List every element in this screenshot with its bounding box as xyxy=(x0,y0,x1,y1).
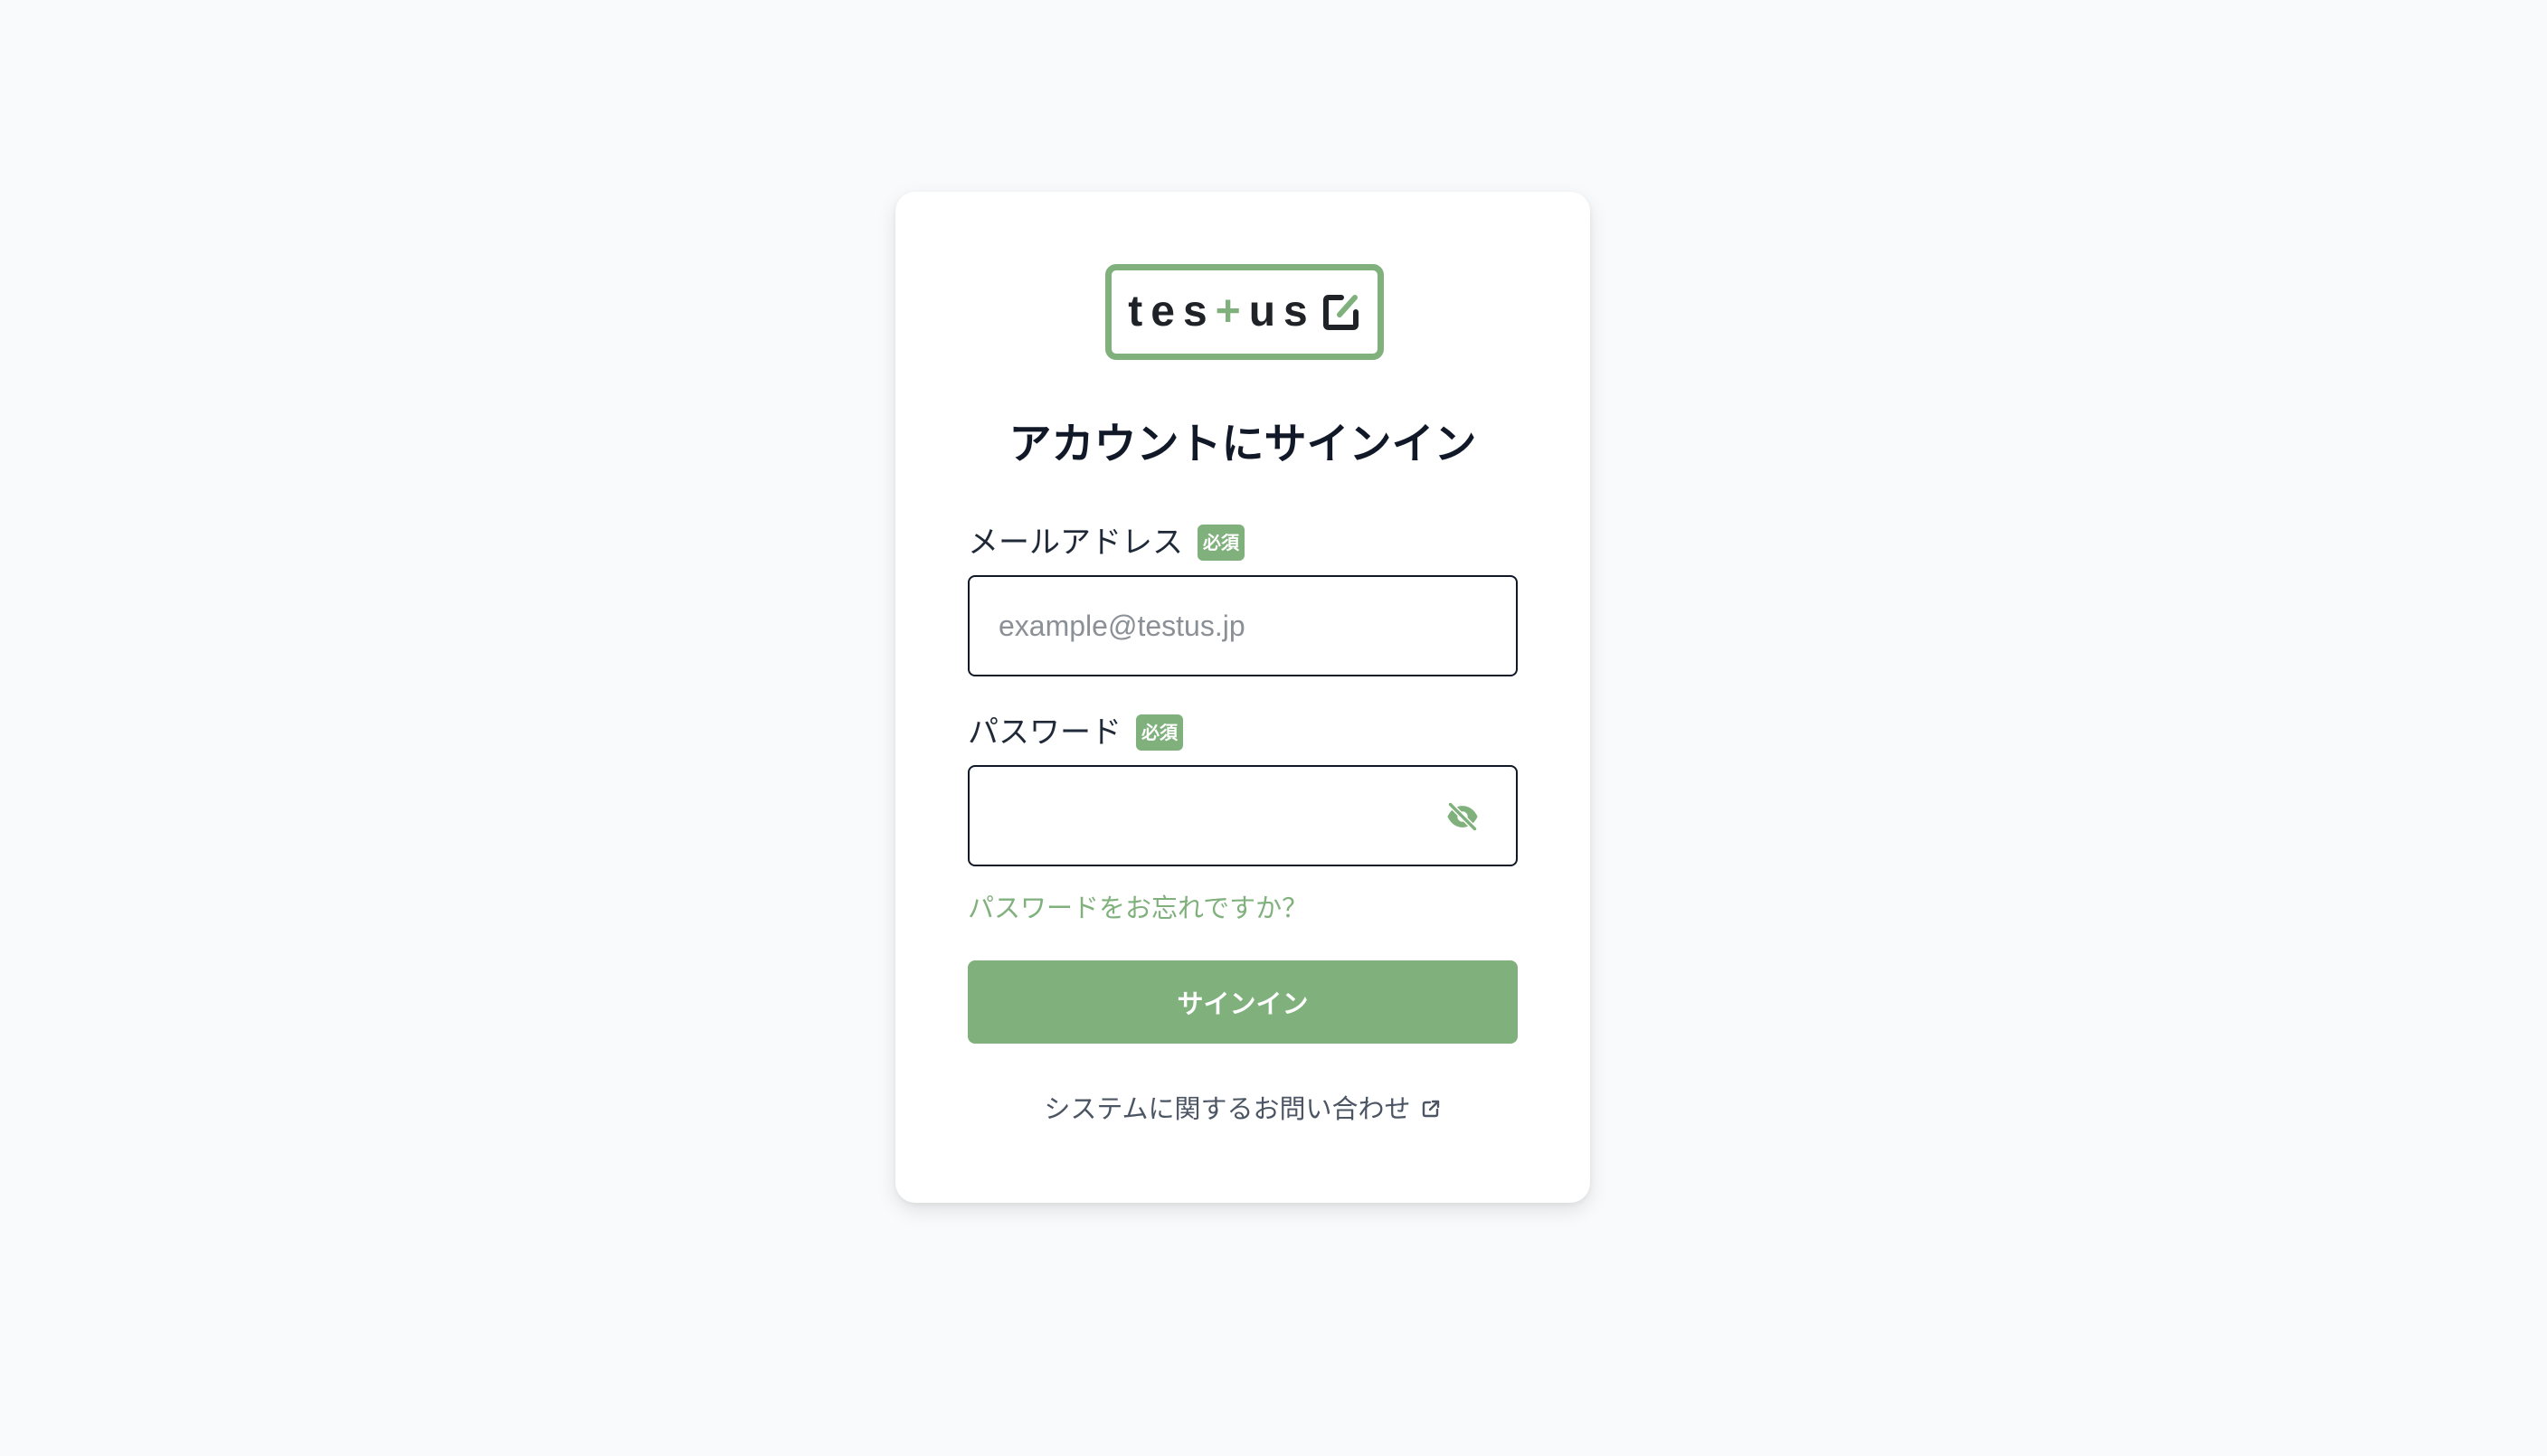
contact-link[interactable]: システムに関するお問い合わせ xyxy=(895,1091,1590,1127)
testus-logo: tes+us xyxy=(1105,264,1384,360)
email-field-box xyxy=(968,575,1518,676)
email-field[interactable] xyxy=(970,577,1516,675)
checkbox-pen-icon xyxy=(1322,295,1359,330)
logo-text-end: us xyxy=(1248,288,1316,336)
signin-card: tes+us アカウントにサインイン メールアドレス 必須 パスワード 必須 パ… xyxy=(895,192,1590,1203)
page-title: アカウントにサインイン xyxy=(1008,420,1477,469)
contact-link-label: システムに関するお問い合わせ xyxy=(1044,1093,1411,1124)
password-required-badge: 必須 xyxy=(1136,714,1183,751)
email-required-badge: 必須 xyxy=(1198,525,1245,561)
signin-button[interactable]: サインイン xyxy=(968,960,1518,1044)
forgot-password-link[interactable]: パスワードをお忘れですか？ xyxy=(968,890,1308,926)
logo-text-start: tes xyxy=(1128,288,1216,336)
password-label-row: パスワード 必須 xyxy=(968,713,1183,752)
logo-plus: + xyxy=(1215,288,1249,336)
password-field-box xyxy=(968,765,1518,866)
email-label: メールアドレス xyxy=(968,525,1183,561)
external-link-icon xyxy=(1422,1100,1439,1118)
password-label: パスワード xyxy=(968,714,1122,751)
email-label-row: メールアドレス 必須 xyxy=(968,523,1245,563)
eye-off-icon[interactable] xyxy=(1445,799,1480,834)
page-title-wrapper: アカウントにサインイン xyxy=(895,418,1590,472)
password-field[interactable] xyxy=(970,767,1516,865)
